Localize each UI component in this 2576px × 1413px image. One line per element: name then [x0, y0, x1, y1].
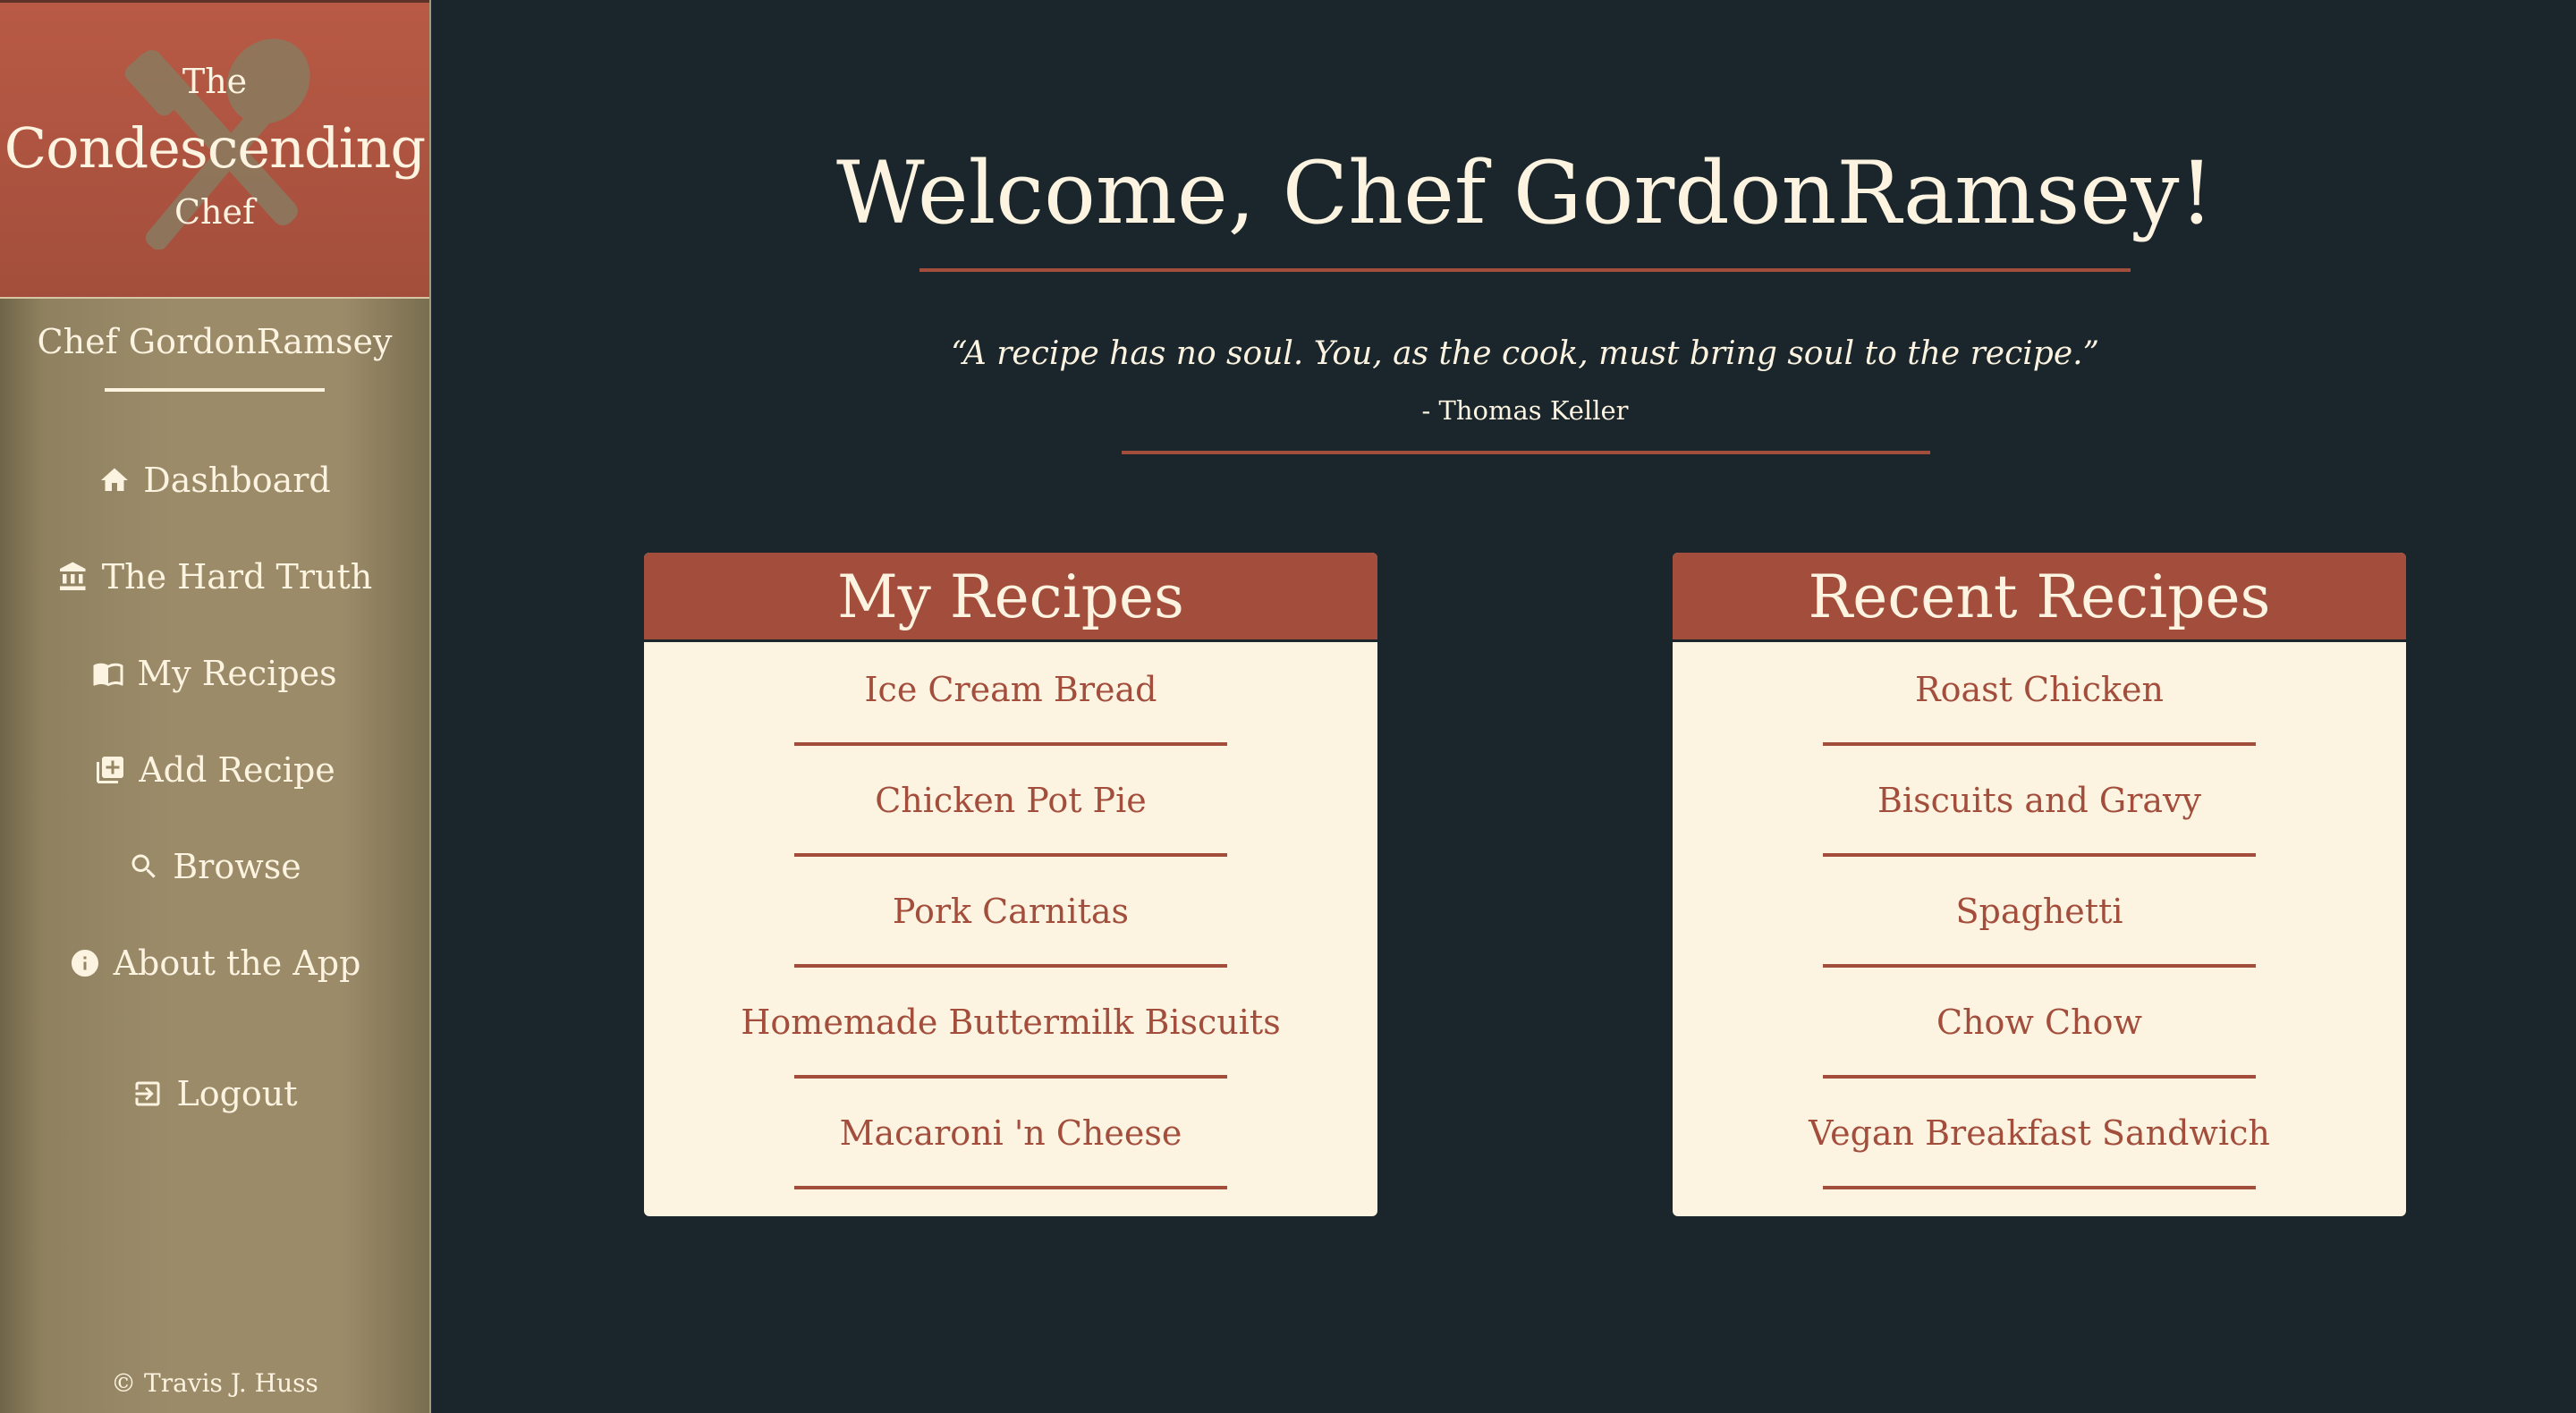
- recipe-divider: [794, 742, 1227, 746]
- recipe-divider: [1823, 1075, 2256, 1079]
- recipe-divider: [794, 1075, 1227, 1079]
- sidebar: The Condescending Chef Chef GordonRamsey…: [0, 0, 431, 1413]
- nav-my-recipes[interactable]: My Recipes: [0, 642, 429, 705]
- nav-browse[interactable]: Browse: [0, 835, 429, 898]
- bank-icon: [59, 562, 86, 590]
- logo-line-chef: Chef: [174, 192, 256, 232]
- recipe-link[interactable]: Chicken Pot Pie: [644, 753, 1377, 864]
- recipe-divider: [1823, 1186, 2256, 1189]
- recipe-link[interactable]: Pork Carnitas: [644, 864, 1377, 975]
- quote-text: “A recipe has no soul. You, as the cook,…: [951, 335, 2099, 372]
- nav-logout[interactable]: Logout: [0, 1062, 429, 1125]
- recent-recipes-title: Recent Recipes: [1673, 553, 2406, 642]
- recipe-link[interactable]: Roast Chicken: [1673, 642, 2406, 753]
- info-icon: [71, 950, 98, 977]
- recipe-divider: [794, 1186, 1227, 1189]
- nav-add-recipe[interactable]: Add Recipe: [0, 739, 429, 801]
- copyright-footer: © Travis J. Huss: [111, 1368, 318, 1398]
- quote-author: - Thomas Keller: [1421, 395, 1629, 426]
- my-recipes-title: My Recipes: [644, 553, 1377, 642]
- recipe-link[interactable]: Macaroni 'n Cheese: [644, 1086, 1377, 1197]
- chef-name-underline: [105, 388, 325, 392]
- chef-name: Chef GordonRamsey: [37, 322, 393, 361]
- nav-dashboard-label: Dashboard: [143, 461, 331, 500]
- recipe-link[interactable]: Homemade Buttermilk Biscuits: [644, 975, 1377, 1086]
- recipe-divider: [1823, 742, 2256, 746]
- recipe-link[interactable]: Ice Cream Bread: [644, 642, 1377, 753]
- nav-add-recipe-label: Add Recipe: [139, 750, 335, 790]
- recipe-divider: [1823, 964, 2256, 968]
- logo-line-title: Condescending: [4, 115, 426, 181]
- logout-icon: [135, 1081, 160, 1106]
- quote-divider: [1122, 451, 1930, 454]
- nav-dashboard[interactable]: Dashboard: [0, 449, 429, 512]
- nav-browse-label: Browse: [173, 847, 301, 886]
- recipe-link[interactable]: Vegan Breakfast Sandwich: [1673, 1086, 2406, 1197]
- nav-about[interactable]: About the App: [0, 932, 429, 994]
- recipe-link[interactable]: Spaghetti: [1673, 864, 2406, 975]
- search-icon: [131, 854, 156, 878]
- my-recipes-card: My Recipes Ice Cream Bread Chicken Pot P…: [644, 553, 1377, 1216]
- book-open-icon: [93, 663, 123, 687]
- home-icon: [101, 468, 129, 491]
- nav-about-label: About the App: [113, 943, 361, 983]
- recipe-divider: [794, 853, 1227, 857]
- title-divider: [919, 268, 2131, 272]
- recipe-divider: [794, 964, 1227, 968]
- nav-logout-label: Logout: [176, 1074, 298, 1113]
- logo-line-the: The: [182, 62, 248, 101]
- recipe-link[interactable]: Biscuits and Gravy: [1673, 753, 2406, 864]
- page-title: Welcome, Chef GordonRamsey!: [835, 143, 2215, 243]
- nav-my-recipes-label: My Recipes: [137, 654, 337, 693]
- recent-recipes-card: Recent Recipes Roast Chicken Biscuits an…: [1673, 553, 2406, 1216]
- nav-hard-truth-label: The Hard Truth: [101, 557, 373, 597]
- recipe-divider: [1823, 853, 2256, 857]
- nav-hard-truth[interactable]: The Hard Truth: [0, 546, 429, 608]
- app-logo[interactable]: The Condescending Chef: [0, 0, 429, 299]
- recipe-link[interactable]: Chow Chow: [1673, 975, 2406, 1086]
- add-box-icon: [97, 757, 124, 783]
